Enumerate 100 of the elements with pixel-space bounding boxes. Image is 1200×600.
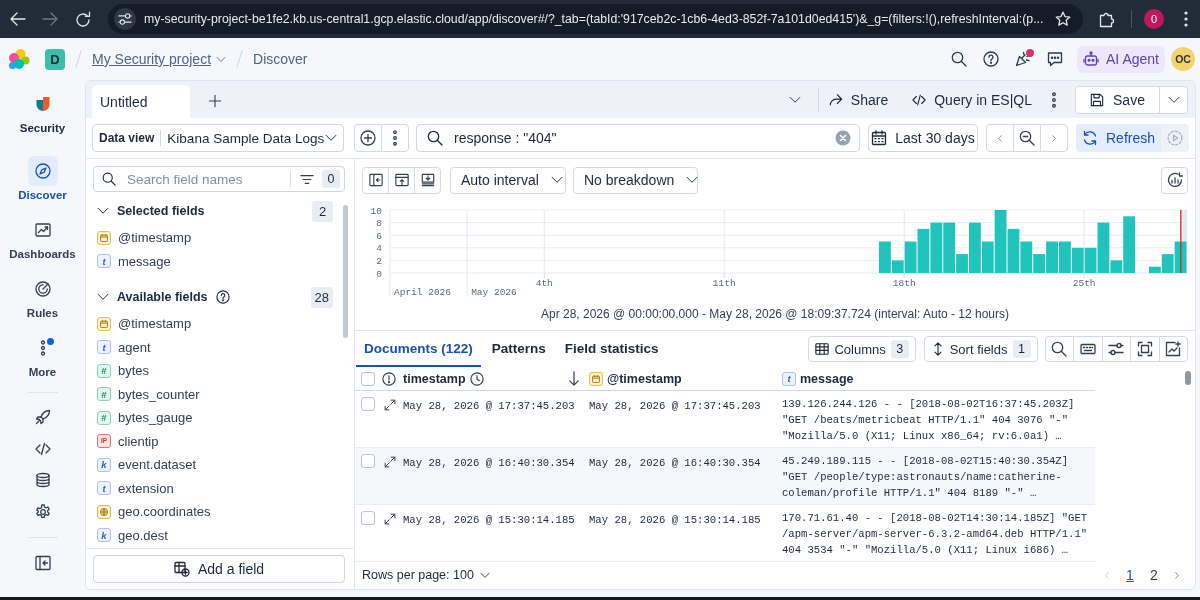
histogram-bar[interactable] [1058, 241, 1071, 273]
field-item[interactable]: geo.coordinates [93, 500, 343, 524]
site-info-button[interactable] [114, 8, 136, 30]
download-button[interactable] [414, 166, 441, 194]
browser-menu-button[interactable] [1184, 11, 1188, 27]
keyboard-shortcuts-button[interactable] [1073, 336, 1103, 362]
expand-button[interactable] [384, 399, 396, 411]
histogram-bar[interactable] [891, 260, 904, 273]
field-item[interactable]: @timestamp [93, 312, 343, 336]
filter-button[interactable]: 0 [300, 170, 340, 188]
row-checkbox[interactable] [361, 397, 375, 411]
save-button[interactable]: Save [1075, 85, 1160, 114]
histogram-bar[interactable] [1033, 254, 1046, 273]
field-type-badge: t [97, 340, 111, 355]
histogram-bar[interactable] [981, 241, 994, 273]
chart-options-button[interactable] [1161, 166, 1188, 194]
nav-item[interactable]: More [2, 333, 83, 379]
view-tab[interactable]: Patterns [483, 331, 554, 367]
field-item[interactable]: @timestamp [93, 226, 343, 250]
search-button[interactable] [1044, 336, 1074, 362]
extensions-button[interactable] [1099, 11, 1115, 27]
data-view-picker[interactable]: Data view Kibana Sample Data Logs [92, 124, 344, 152]
field-type-badge: # [97, 387, 111, 402]
clear-button[interactable] [835, 130, 851, 146]
row-checkbox[interactable] [361, 454, 375, 468]
add-field-button[interactable]: Add a field [93, 555, 345, 583]
auto-refresh-button[interactable] [1161, 124, 1189, 152]
columns-button[interactable]: Columns 3 [808, 336, 916, 362]
nav-item[interactable]: Discover [2, 156, 83, 202]
column-header[interactable]: timestamp [403, 371, 466, 386]
user-avatar[interactable]: OC [1171, 47, 1195, 71]
histogram-bar[interactable] [1148, 266, 1161, 273]
scrollbar-thumb[interactable] [1185, 371, 1191, 385]
breakdown-dropdown[interactable]: No breakdown [573, 166, 698, 194]
profile-button[interactable]: 0 [1144, 9, 1164, 29]
display-settings-button[interactable] [1101, 336, 1131, 362]
expand-button[interactable] [384, 456, 396, 468]
sidebar-toggle-button[interactable] [362, 166, 389, 194]
field-item[interactable]: # bytes [93, 359, 343, 383]
time-range-text: Apr 28, 2026 @ 00:00:00.000 - May 28, 2026 @ 18:09:37.724 (interval: Auto - 12 hours) [541, 306, 1009, 322]
expand-button[interactable] [384, 513, 396, 525]
save-icon [1090, 92, 1105, 107]
reload-button[interactable] [75, 11, 91, 27]
row-checkbox[interactable] [361, 511, 375, 525]
chevron-right-icon [1172, 571, 1182, 579]
tab[interactable]: Untitled [92, 85, 190, 118]
query-field[interactable]: response : "404" [416, 124, 860, 152]
histogram-bar[interactable] [1123, 216, 1136, 273]
breadcrumb-link[interactable]: My Security project [92, 51, 227, 67]
chevron-down-icon [325, 134, 337, 142]
field-item[interactable]: k geo.dest [93, 523, 343, 547]
space-button[interactable]: D [45, 48, 65, 70]
column-header[interactable]: message [800, 371, 854, 386]
field-item[interactable]: # bytes_gauge [93, 406, 343, 430]
histogram-bar[interactable] [968, 222, 981, 273]
view-tab[interactable]: Documents (122) [356, 331, 481, 367]
field-item[interactable]: k event.dataset [93, 453, 343, 477]
back-button[interactable] [10, 11, 26, 27]
data-view-label: Data view [93, 130, 162, 146]
add-chart-button[interactable] [1158, 336, 1188, 362]
query-input[interactable]: response : "404" [454, 128, 824, 148]
address-bar[interactable]: my-security-project-be1fe2.kb.us-central1.gcp.elastic.cloud/app/discover#/?_tab=(tabId:'917ceb2c-1cb6-4ed3-852f-7a101d0ed415')&_g=(filters:!(),refreshInterval:(p... [108, 4, 1083, 34]
nav-item[interactable]: Dashboards [2, 215, 83, 261]
keyboard-icon [1079, 341, 1096, 357]
refresh-button[interactable]: Refresh [1076, 124, 1161, 152]
scrollbar-thumb[interactable] [343, 205, 348, 338]
field-item[interactable]: # bytes_counter [93, 382, 343, 406]
page-button[interactable]: 2 [1143, 564, 1165, 586]
field-item[interactable]: t agent [93, 335, 343, 359]
zoom-out-button[interactable] [1013, 124, 1041, 152]
field-item[interactable]: t message [93, 249, 343, 273]
select-all-checkbox[interactable] [361, 371, 375, 386]
section-toggle[interactable]: Available fields [93, 290, 230, 304]
histogram-bar[interactable] [1007, 228, 1020, 273]
share-button[interactable]: Share [828, 85, 889, 114]
sort-fields-button[interactable]: Sort fields 1 [923, 336, 1038, 362]
table-cell: May 28, 2026 @ 16:40:30.354 [403, 457, 575, 469]
column-header[interactable]: @timestamp [607, 371, 682, 386]
histogram-bar[interactable] [917, 228, 930, 273]
search-input[interactable]: Search field names [127, 169, 279, 189]
bookmark-button[interactable] [1055, 11, 1071, 27]
query-button[interactable]: Query in ES|QL [912, 85, 1032, 114]
histogram-bar[interactable] [943, 222, 956, 273]
fullscreen-button[interactable] [1130, 336, 1160, 362]
view-tab[interactable]: Field statistics [556, 331, 667, 367]
ai-agent-button[interactable]: AI Agent [1077, 45, 1165, 73]
panel-toggle-button[interactable] [388, 166, 415, 194]
query-menu-button[interactable] [381, 124, 409, 152]
interval-dropdown[interactable]: Auto interval [450, 166, 566, 194]
url-text: my-security-project-be1fe2.kb.us-central1.gcp.elastic.cloud/app/discover#/?_tab=(tabId:'917ceb2c-1cb6-4ed3-852f-7a101d0ed415')&_g=(filters:!(),refreshInterval:(p... [144, 12, 1045, 26]
field-item[interactable]: t extension [93, 476, 343, 500]
nav-item[interactable]: Security [2, 89, 83, 135]
page-button[interactable]: 1 [1119, 564, 1141, 586]
save-options-button[interactable] [1160, 85, 1188, 114]
rows-per-page-button[interactable]: Rows per page: 100 [362, 568, 490, 582]
date-picker-button[interactable]: Last 30 days [868, 124, 978, 152]
section-toggle[interactable]: Selected fields [93, 204, 205, 218]
nav-item[interactable]: Rules [2, 274, 83, 320]
search-field[interactable]: Search field names 0 [93, 166, 345, 192]
add-filter-button[interactable] [354, 124, 382, 152]
